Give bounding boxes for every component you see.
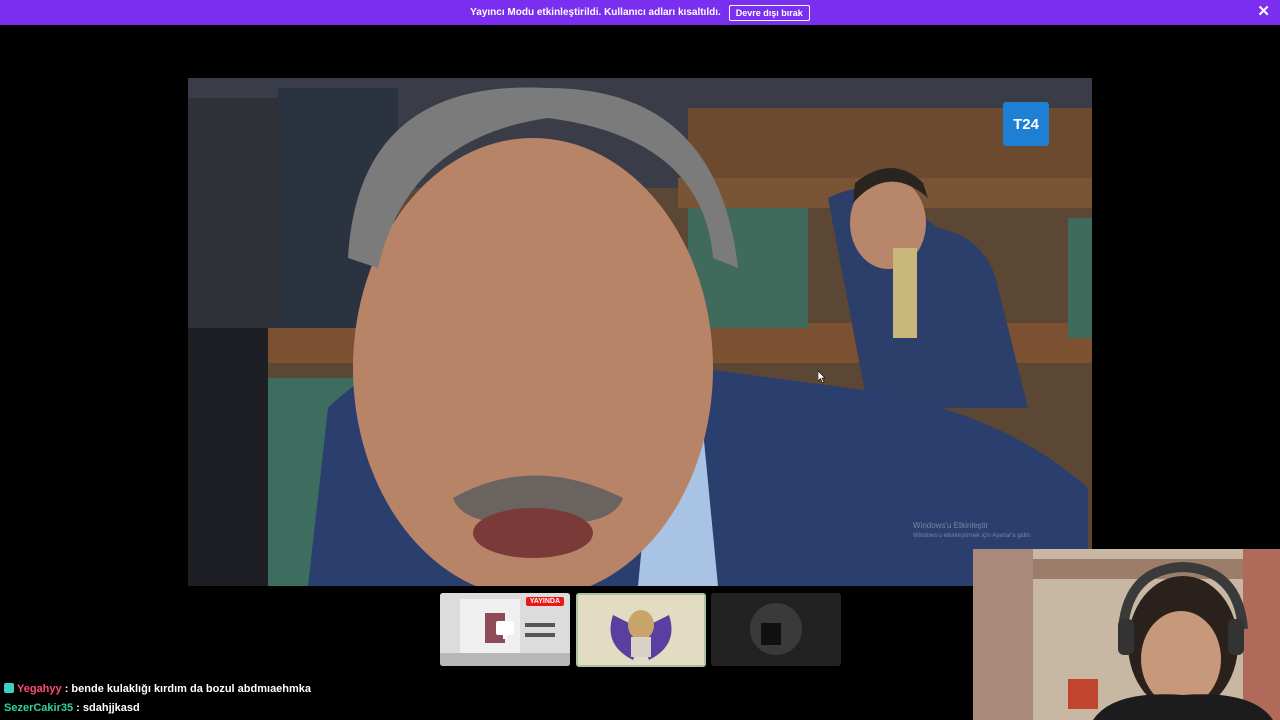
screen-share-thumbnail[interactable]: YAYINDA	[440, 593, 570, 666]
streamer-mode-message: Yayıncı Modu etkinleştirildi. Kullanıcı …	[470, 7, 721, 18]
streamer-webcam	[973, 549, 1280, 720]
winged-lion-avatar	[578, 595, 704, 665]
chat-overlay: Yegahyy : bende kulaklığı kırdım da bozu…	[4, 682, 964, 720]
chat-separator: :	[73, 702, 83, 714]
chat-message: Yegahyy : bende kulaklığı kırdım da bozu…	[4, 682, 964, 701]
subscriber-badge-icon	[4, 683, 14, 693]
close-icon[interactable]: ✕	[1257, 4, 1270, 20]
participant-thumbnails: YAYINDA	[440, 593, 842, 667]
chat-text: bende kulaklığı kırdım da bozul abdmıaeh…	[71, 683, 312, 695]
dark-avatar	[711, 593, 841, 666]
chat-text: sdahjjkasd	[82, 702, 140, 714]
webcam-frame	[973, 549, 1280, 720]
chat-separator: :	[61, 683, 72, 695]
streamer-mode-banner: Yayıncı Modu etkinleştirildi. Kullanıcı …	[0, 0, 1280, 25]
mouse-cursor-icon	[818, 371, 825, 383]
watermark-title: Windows'u Etkinleştir	[913, 521, 989, 530]
chat-username[interactable]: Yegahyy	[17, 683, 62, 695]
avatar-dark-thumbnail[interactable]	[711, 593, 841, 666]
main-video[interactable]: T24 Windows'u Etkinleştir Windows'u etki…	[188, 78, 1092, 586]
disable-streamer-mode-button[interactable]: Devre dışı bırak	[728, 4, 810, 21]
windows-activation-watermark: Windows'u Etkinleştir Windows'u etkinleş…	[913, 520, 1032, 542]
avatar-winged-lion-thumbnail[interactable]	[576, 593, 706, 667]
channel-logo: T24	[1003, 102, 1049, 146]
monitor-icon	[496, 621, 514, 639]
live-badge: YAYINDA	[525, 597, 564, 606]
watermark-subtitle: Windows'u etkinleştirmek için Ayarlar'a …	[913, 533, 1032, 539]
video-frame	[188, 78, 1092, 586]
chat-username[interactable]: SezerCakir35	[4, 702, 73, 714]
chat-message: SezerCakir35 : sdahjjkasd	[4, 701, 964, 720]
